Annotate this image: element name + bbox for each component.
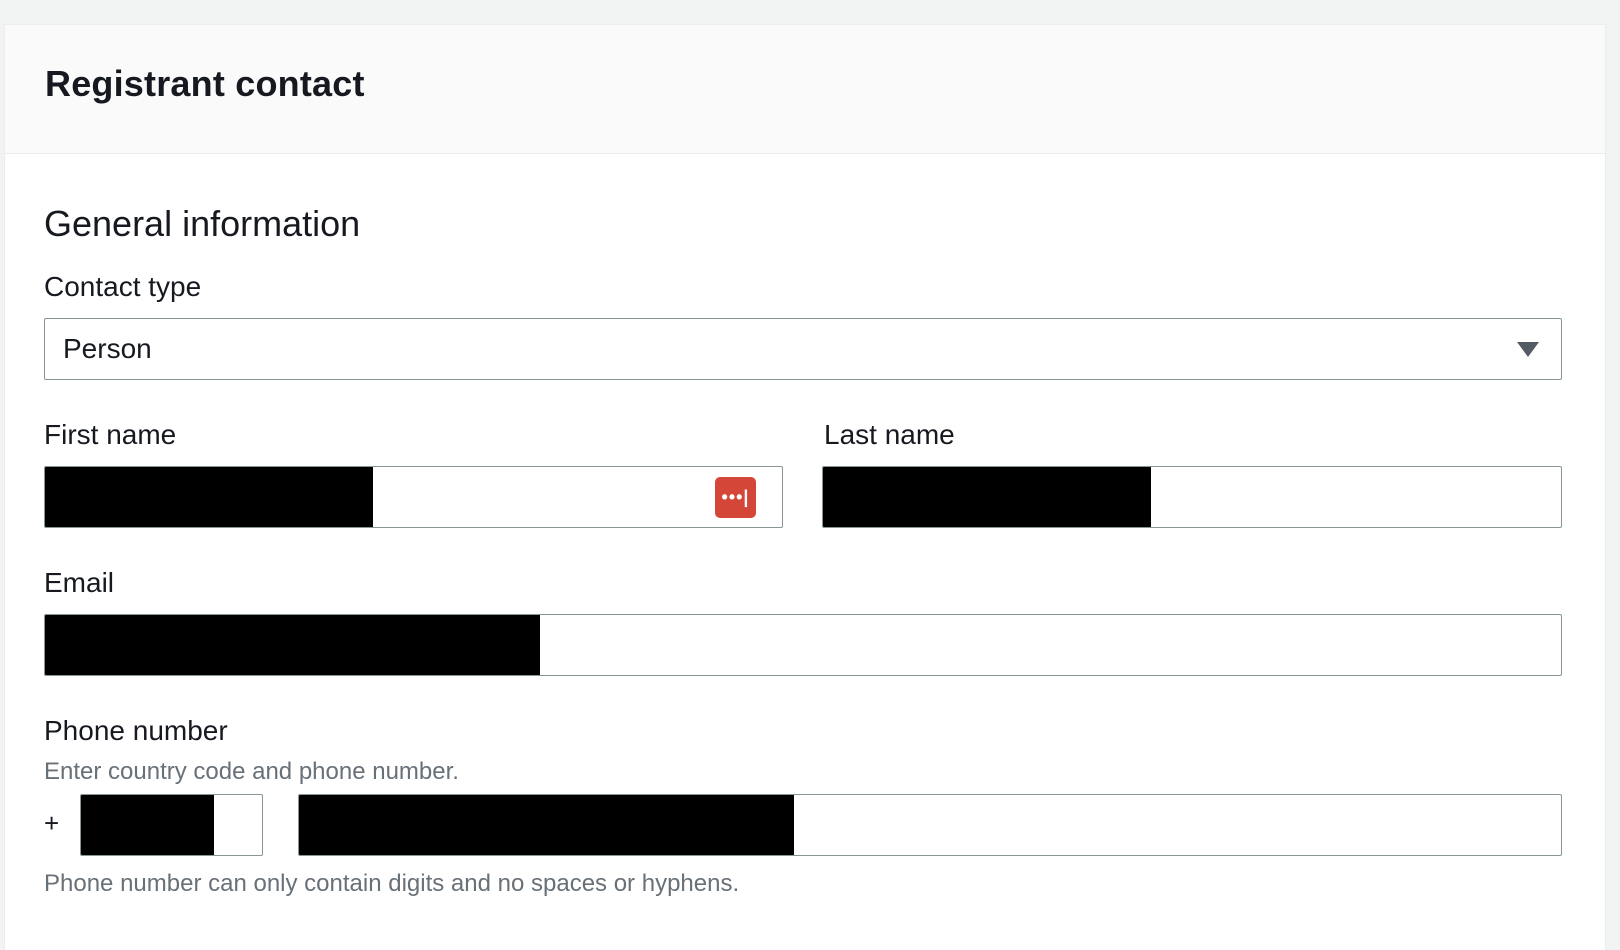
phone-number-description: Enter country code and phone number. xyxy=(44,758,459,785)
contact-type-select[interactable]: Person xyxy=(44,318,1562,380)
last-name-input[interactable] xyxy=(822,466,1562,528)
redacted-value xyxy=(45,467,373,527)
redacted-value xyxy=(823,467,1151,527)
email-input[interactable] xyxy=(44,614,1562,676)
email-label: Email xyxy=(44,567,115,598)
panel-header: Registrant contact xyxy=(5,25,1605,154)
redacted-value xyxy=(45,615,540,675)
password-manager-icon[interactable]: •••| xyxy=(715,477,756,518)
panel-title: Registrant contact xyxy=(45,63,365,104)
redacted-value xyxy=(81,795,214,855)
redacted-value xyxy=(299,795,794,855)
country-code-input[interactable] xyxy=(80,794,263,856)
phone-number-constraint: Phone number can only contain digits and… xyxy=(44,870,740,897)
first-name-label: First name xyxy=(44,419,177,450)
first-name-input[interactable]: •••| xyxy=(44,466,783,528)
section-title: General information xyxy=(44,203,361,244)
contact-type-value: Person xyxy=(63,333,152,364)
last-name-label: Last name xyxy=(824,419,955,450)
phone-number-input[interactable] xyxy=(298,794,1562,856)
phone-number-label: Phone number xyxy=(44,715,228,746)
country-code-prefix: + xyxy=(44,808,60,838)
contact-type-label: Contact type xyxy=(44,271,202,302)
caret-down-icon xyxy=(1517,342,1539,357)
